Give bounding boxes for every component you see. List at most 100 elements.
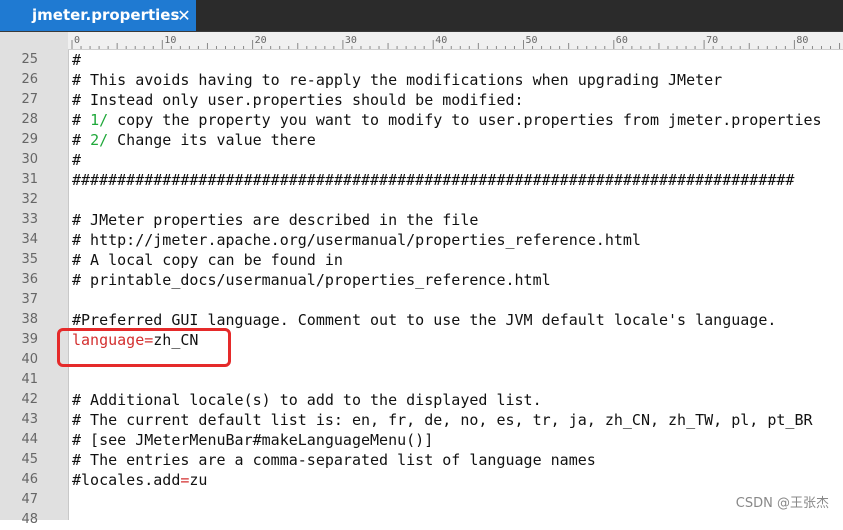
text-token: # http://jmeter.apache.org/usermanual/pr…	[72, 231, 641, 249]
code-line[interactable]: 38 #Preferred GUI language. Comment out t…	[0, 310, 843, 330]
line-number: 47	[21, 492, 38, 507]
numbered-step-token: 1/	[90, 111, 109, 129]
line-number: 31	[21, 172, 38, 187]
ruler-label: 10	[164, 35, 176, 46]
code-line[interactable]: 27 # Instead only user.properties should …	[0, 90, 843, 110]
code-line[interactable]: 28 # 1/ copy the property you want to mod…	[0, 110, 843, 130]
line-number: 34	[21, 232, 38, 247]
editor-text-area[interactable]: 25 #26 # This avoids having to re-apply th…	[0, 50, 843, 530]
code-line[interactable]: 32	[0, 190, 843, 210]
text-token: # Instead only user.properties should be…	[72, 91, 524, 109]
code-line[interactable]: 43 # The current default list is: en, fr,…	[0, 410, 843, 430]
line-text: # JMeter properties are described in the…	[72, 210, 478, 230]
text-token: Change its value there	[108, 131, 316, 149]
column-ruler: 0 10 20 30 40 50 60 70 80	[68, 32, 843, 50]
ruler-ticks: 0 10 20 30 40 50 60 70 80	[71, 35, 841, 49]
code-line[interactable]: 41	[0, 370, 843, 390]
line-number: 44	[21, 432, 38, 447]
ruler-label: 20	[255, 35, 267, 46]
annotation-highlight-box	[57, 328, 231, 367]
text-token: zu	[189, 471, 208, 489]
ruler-corner	[0, 32, 68, 49]
line-text: # Additional locale(s) to add to the dis…	[72, 390, 542, 410]
code-line[interactable]: 30 #	[0, 150, 843, 170]
close-icon[interactable]: ✕	[176, 0, 192, 31]
line-text: #	[72, 50, 81, 70]
line-text: # A local copy can be found in	[72, 250, 343, 270]
code-line[interactable]: 26 # This avoids having to re-apply the m…	[0, 70, 843, 90]
code-line[interactable]: 25 #	[0, 50, 843, 70]
line-text: #	[72, 150, 81, 170]
line-text: # Instead only user.properties should be…	[72, 90, 524, 110]
line-number: 27	[21, 92, 38, 107]
line-number: 35	[21, 252, 38, 267]
line-text: #locales.add=zu	[72, 470, 207, 490]
code-line[interactable]: 35 # A local copy can be found in	[0, 250, 843, 270]
line-text: # The current default list is: en, fr, d…	[72, 410, 813, 430]
line-text: # 2/ Change its value there	[72, 130, 316, 150]
tab-title: jmeter.properties	[32, 6, 180, 24]
line-number: 29	[21, 132, 38, 147]
line-text: # [see JMeterMenuBar#makeLanguageMenu()]	[72, 430, 433, 450]
ruler-label: 60	[616, 35, 628, 46]
text-token: #locales.add	[72, 471, 181, 489]
code-line[interactable]: 48	[0, 510, 843, 530]
text-token: # This avoids having to re-apply the mod…	[72, 71, 723, 89]
line-text: # http://jmeter.apache.org/usermanual/pr…	[72, 230, 641, 250]
line-text: #Preferred GUI language. Comment out to …	[72, 310, 776, 330]
line-text: # The entries are a comma-separated list…	[72, 450, 596, 470]
text-token: # [see JMeterMenuBar#makeLanguageMenu()]	[72, 431, 434, 449]
ruler-label: 50	[526, 35, 538, 46]
ruler-label: 40	[435, 35, 447, 46]
line-number: 41	[21, 372, 38, 387]
line-number: 28	[21, 112, 38, 127]
code-line[interactable]: 47	[0, 490, 843, 510]
text-token: # Additional locale(s) to add to the dis…	[72, 391, 542, 409]
text-token: #	[72, 51, 82, 69]
ruler-label: 30	[345, 35, 357, 46]
code-line[interactable]: 45 # The entries are a comma-separated li…	[0, 450, 843, 470]
code-line[interactable]: 37	[0, 290, 843, 310]
text-token: # A local copy can be found in	[72, 251, 343, 269]
text-token: # The entries are a comma-separated list…	[72, 451, 596, 469]
text-token: #	[72, 151, 82, 169]
line-number: 46	[21, 472, 38, 487]
code-line[interactable]: 36 # printable_docs/usermanual/properties…	[0, 270, 843, 290]
line-number: 30	[21, 152, 38, 167]
text-token: #	[72, 131, 91, 149]
code-line[interactable]: 44 # [see JMeterMenuBar#makeLanguageMenu(…	[0, 430, 843, 450]
code-line[interactable]: 42 # Additional locale(s) to add to the d…	[0, 390, 843, 410]
line-text: ########################################…	[72, 170, 794, 190]
line-text: # 1/ copy the property you want to modif…	[72, 110, 822, 130]
line-number: 25	[21, 52, 38, 67]
numbered-step-token: 2/	[90, 131, 109, 149]
text-token: # printable_docs/usermanual/properties_r…	[72, 271, 551, 289]
text-token: #Preferred GUI language. Comment out to …	[72, 311, 777, 329]
line-number: 37	[21, 292, 38, 307]
code-line[interactable]: 31 ######################################…	[0, 170, 843, 190]
text-token: ########################################…	[72, 171, 795, 189]
text-token: # The current default list is: en, fr, d…	[72, 411, 813, 429]
line-number: 26	[21, 72, 38, 87]
code-line[interactable]: 29 # 2/ Change its value there	[0, 130, 843, 150]
code-line[interactable]: 34 # http://jmeter.apache.org/usermanual/…	[0, 230, 843, 250]
code-line[interactable]: 46 #locales.add=zu	[0, 470, 843, 490]
text-token: #	[72, 111, 91, 129]
line-number: 48	[21, 512, 38, 527]
line-number: 42	[21, 392, 38, 407]
line-number: 43	[21, 412, 38, 427]
line-text: # printable_docs/usermanual/properties_r…	[72, 270, 551, 290]
text-token: copy the property you want to modify to …	[108, 111, 822, 129]
line-number: 39	[21, 332, 38, 347]
watermark: CSDN @王张杰	[735, 496, 829, 511]
code-line[interactable]: 33 # JMeter properties are described in t…	[0, 210, 843, 230]
line-number: 32	[21, 192, 38, 207]
line-text: # This avoids having to re-apply the mod…	[72, 70, 722, 90]
line-number: 40	[21, 352, 38, 367]
tab-bar: jmeter.properties ✕	[0, 0, 843, 32]
ruler-label: 80	[796, 35, 808, 46]
text-token: # JMeter properties are described in the…	[72, 211, 479, 229]
line-number: 33	[21, 212, 38, 227]
line-number: 45	[21, 452, 38, 467]
tab-jmeter-properties[interactable]: jmeter.properties ✕	[0, 0, 196, 31]
